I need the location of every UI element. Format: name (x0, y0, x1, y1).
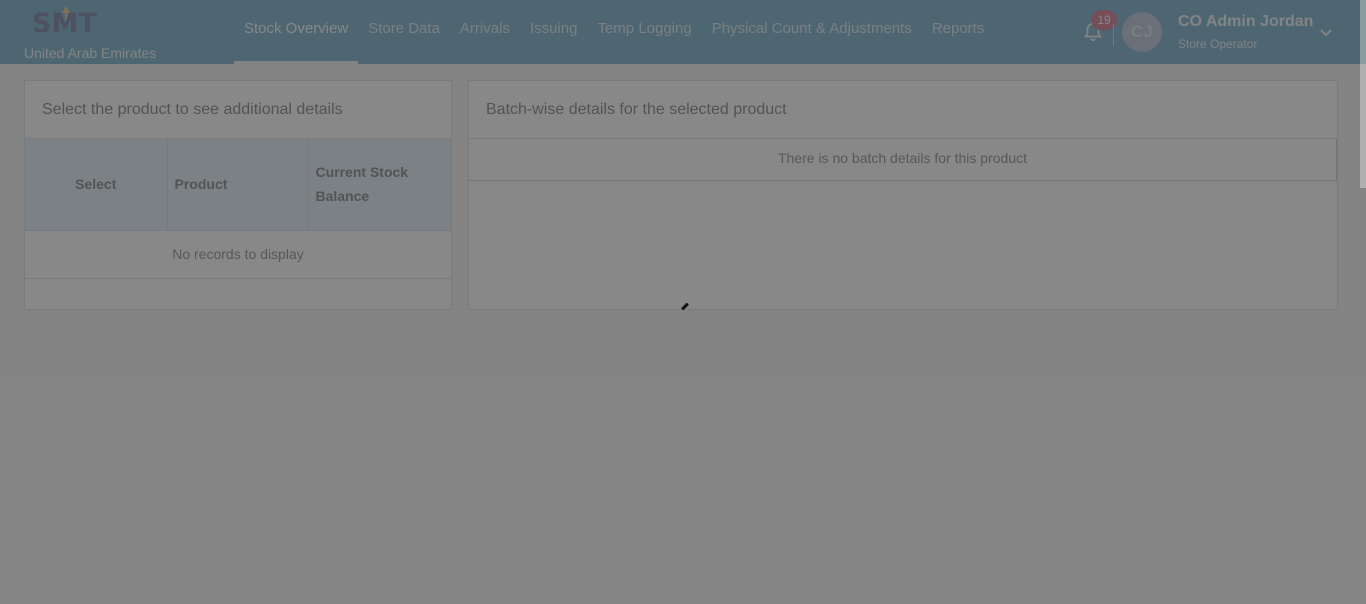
main-nav: Stock Overview Store Data Arrivals Issui… (234, 0, 994, 64)
nav-arrivals[interactable]: Arrivals (450, 0, 520, 64)
nav-temp-logging[interactable]: Temp Logging (587, 0, 701, 64)
product-panel: Select the product to see additional det… (24, 80, 452, 310)
chevron-down-icon[interactable] (1318, 24, 1334, 40)
nav-reports[interactable]: Reports (922, 0, 995, 64)
nav-stock-overview[interactable]: Stock Overview (234, 0, 359, 64)
column-header-select[interactable]: Select (25, 139, 168, 231)
product-table-empty-message: No records to display (25, 231, 451, 279)
nav-store-data[interactable]: Store Data (358, 0, 450, 64)
batch-empty-message: There is no batch details for this produ… (469, 139, 1337, 181)
batch-panel-title: Batch-wise details for the selected prod… (469, 81, 1337, 139)
batch-panel: Batch-wise details for the selected prod… (468, 80, 1338, 310)
user-role: Store Operator (1178, 37, 1258, 51)
user-name: CO Admin Jordan (1178, 13, 1314, 30)
nav-issuing[interactable]: Issuing (520, 0, 588, 64)
product-panel-title: Select the product to see additional det… (25, 81, 451, 139)
scrollbar[interactable] (1360, 0, 1366, 188)
nav-physical-count[interactable]: Physical Count & Adjustments (702, 0, 922, 64)
app-logo[interactable]: SMT United Arab Emirates (24, 6, 164, 62)
product-table: Select Product Current Stock Balance (25, 139, 451, 231)
top-navigation-bar: SMT United Arab Emirates Stock Overview … (0, 0, 1366, 64)
logo-text: SMT (32, 8, 97, 39)
avatar[interactable]: CJ (1122, 12, 1162, 52)
column-header-product[interactable]: Product (167, 139, 309, 231)
header-divider (1113, 24, 1114, 46)
country-label: United Arab Emirates (24, 45, 157, 61)
column-header-current-stock-balance[interactable]: Current Stock Balance (308, 139, 451, 231)
